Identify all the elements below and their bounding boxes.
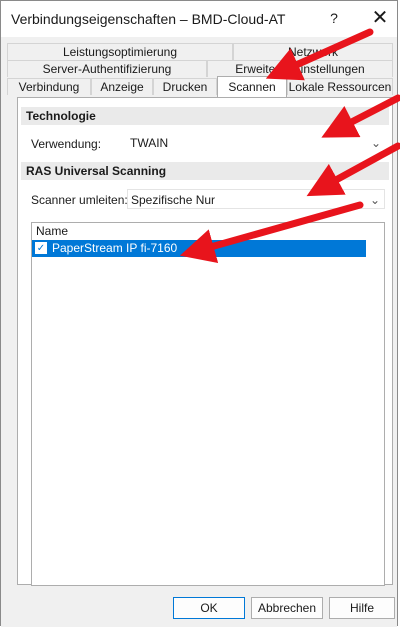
- verwendung-value: TWAIN: [130, 136, 169, 150]
- button-bar: OK Abbrechen Hilfe: [1, 587, 397, 627]
- tab-scannen[interactable]: Scannen: [217, 76, 287, 97]
- tab-verbindung[interactable]: Verbindung: [7, 78, 91, 95]
- verwendung-label: Verwendung:: [31, 137, 102, 151]
- window-title: Verbindungseigenschaften – BMD-Cloud-AT: [11, 11, 286, 27]
- ras-header: RAS Universal Scanning: [21, 162, 389, 180]
- tab-drucken[interactable]: Drucken: [153, 78, 217, 95]
- help-button[interactable]: Hilfe: [329, 597, 395, 619]
- tab-netzwerk[interactable]: Netzwerk: [233, 43, 393, 60]
- umleiten-value: Spezifische Nur: [131, 193, 216, 207]
- checkbox[interactable]: ✓: [35, 242, 47, 254]
- umleiten-select[interactable]: Spezifische Nur ⌄: [127, 189, 385, 209]
- ok-button[interactable]: OK: [173, 597, 245, 619]
- tab-anzeige[interactable]: Anzeige: [91, 78, 153, 95]
- dialog-window: Verbindungseigenschaften – BMD-Cloud-AT …: [0, 0, 398, 627]
- name-column-header[interactable]: Name: [32, 223, 384, 239]
- tab-leistungsoptimierung[interactable]: Leistungsoptimierung: [7, 43, 233, 60]
- close-icon[interactable]: ✕: [369, 7, 391, 29]
- list-item[interactable]: ✓ PaperStream IP fi-7160: [32, 240, 366, 257]
- verwendung-select[interactable]: TWAIN ⌄: [127, 133, 385, 153]
- help-icon[interactable]: ?: [323, 7, 345, 29]
- tab-lokale-ressourcen[interactable]: Lokale Ressourcen: [287, 78, 393, 95]
- scanner-name: PaperStream IP fi-7160: [52, 241, 178, 255]
- title-bar: Verbindungseigenschaften – BMD-Cloud-AT …: [1, 1, 397, 37]
- chevron-down-icon: ⌄: [369, 193, 380, 207]
- tab-server-authentifizierung[interactable]: Server-Authentifizierung: [7, 60, 207, 77]
- umleiten-label: Scanner umleiten:: [31, 193, 128, 207]
- chevron-down-icon: ⌄: [370, 136, 381, 150]
- cancel-button[interactable]: Abbrechen: [251, 597, 323, 619]
- tab-erweiterte-einstellungen[interactable]: Erweiterte Einstellungen: [207, 60, 393, 77]
- technologie-header: Technologie: [21, 107, 389, 125]
- scanner-list[interactable]: Name ✓ PaperStream IP fi-7160: [31, 222, 385, 586]
